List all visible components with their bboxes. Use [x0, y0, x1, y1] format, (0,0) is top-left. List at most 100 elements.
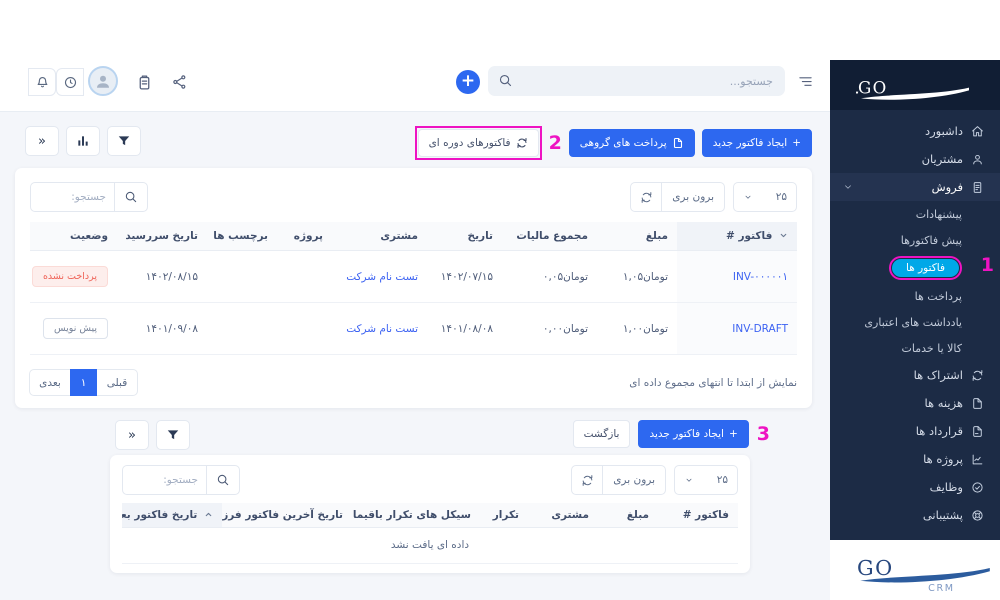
recurring-export-group: برون بری [571, 465, 666, 495]
line-chart-icon [971, 453, 984, 466]
sidebar-item-tasks[interactable]: وظایف [830, 473, 1000, 501]
check-circle-icon [971, 481, 984, 494]
col-total-tax[interactable]: مجموع مالیات [502, 222, 597, 251]
sidebar-brand-logo: A RGO [830, 60, 1000, 110]
recurring-search [122, 465, 240, 495]
annotation-box-invoices: فاکتور ها [889, 256, 962, 280]
sidebar-item-sales[interactable]: فروش [830, 173, 1000, 201]
invoices-search-icon[interactable] [114, 182, 148, 212]
filter-funnel-icon[interactable] [156, 420, 190, 450]
pagination-next[interactable]: بعدی [29, 369, 71, 396]
col-amount[interactable]: مبلغ [597, 222, 677, 251]
col-date[interactable]: تاریخ [427, 222, 502, 251]
share-icon[interactable] [172, 74, 188, 90]
topbar-button-group [28, 68, 83, 96]
sidebar-item-dashboard[interactable]: داشبورد [830, 117, 1000, 145]
recurring-toolbar-right: ۲۵ برون بری [571, 465, 738, 495]
col-invoice-number[interactable]: فاکتور # [658, 503, 738, 528]
pagination: قبلی ۱ بعدی [30, 369, 138, 396]
col-next-invoice-date[interactable]: تاریخ فاکتور بعدی [122, 503, 222, 528]
col-status[interactable]: وضعیت [30, 222, 117, 251]
search-icon [498, 73, 513, 88]
invoices-card: ۲۵ برون بری [15, 168, 812, 408]
pagination-prev[interactable]: قبلی [96, 369, 138, 396]
sidebar-item-contracts[interactable]: قرارداد ها [830, 417, 1000, 445]
sidebar-item-projects[interactable]: پروژه ها [830, 445, 1000, 473]
annotation-step-2: 2 [549, 132, 562, 154]
create-invoice-button-recurring[interactable]: + ایجاد فاکتور جدید [638, 420, 748, 448]
invoices-search-input[interactable] [30, 182, 114, 212]
topbar: + [0, 0, 830, 112]
col-last-child-invoice-date[interactable]: تاریخ آخرین فاکتور فرزند [222, 503, 352, 528]
sidebar-item-support[interactable]: پشتیبانی [830, 501, 1000, 529]
annotation-box-recurring: فاکتورهای دوره ای [415, 126, 542, 160]
invoices-page-size-select[interactable]: ۲۵ [733, 182, 797, 212]
status-badge: پیش نویس [43, 318, 108, 339]
bulk-payments-button[interactable]: پرداخت های گروهی [569, 129, 695, 157]
invoice-number-link[interactable]: INV-DRAFT [732, 323, 788, 335]
recurring-actions: 3 + ایجاد فاکتور جدید بازگشت [573, 420, 770, 448]
col-amount[interactable]: مبلغ [598, 503, 658, 528]
notifications-bell-icon[interactable] [28, 68, 56, 96]
recurring-page-size-select[interactable]: ۲۵ [674, 465, 738, 495]
collapse-double-chevron-icon[interactable]: « [115, 420, 149, 450]
sidebar-nav: داشبورد مشتریان فروش پیشنهادات پیش فاکتو… [830, 110, 1000, 529]
recurring-export-button[interactable]: برون بری [602, 465, 666, 495]
invoices-table-footer: نمایش از ابتدا تا انتهای مجموع داده ای ق… [30, 369, 797, 396]
sort-desc-chevron-icon [779, 231, 788, 240]
sidebar-item-expenses[interactable]: هزینه ها [830, 389, 1000, 417]
invoices-header-row: فاکتور # مبلغ مجموع مالیات تاریخ مشتری پ… [30, 222, 797, 251]
create-invoice-button[interactable]: + ایجاد فاکتور جدید [702, 129, 812, 157]
sidebar-item-credit-notes[interactable]: یادداشت های اعتباری [830, 309, 1000, 335]
customer-link[interactable]: تست نام شرکت [346, 323, 418, 335]
col-repeat[interactable]: تکرار [480, 503, 528, 528]
col-customer[interactable]: مشتری [332, 222, 427, 251]
sidebar: A RGO داشبورد مشتریان فروش پیشنهادات پیش… [830, 60, 1000, 540]
sidebar-item-invoices-active[interactable]: فاکتور ها [892, 259, 959, 277]
footer-brand-logo: A RGO CRM [857, 540, 993, 600]
home-icon [971, 125, 984, 138]
sidebar-toggle-menu-icon[interactable] [797, 74, 814, 89]
invoice-number-link[interactable]: INV-۰۰۰۰۰۱ [733, 271, 788, 283]
recurring-invoices-button[interactable]: فاکتورهای دوره ای [418, 129, 539, 157]
sync-arrows-icon [971, 369, 984, 382]
file-icon [971, 397, 984, 410]
pagination-page-1[interactable]: ۱ [70, 369, 97, 396]
sidebar-item-proposals[interactable]: پیشنهادات [830, 201, 1000, 227]
sidebar-item-items[interactable]: کالا یا خدمات [830, 335, 1000, 361]
sidebar-item-estimates[interactable]: پیش فاکتورها [830, 227, 1000, 253]
col-tags[interactable]: برچسب ها [207, 222, 277, 251]
customer-link[interactable]: تست نام شرکت [346, 271, 418, 283]
timers-clock-icon[interactable] [56, 68, 84, 96]
col-invoice-number[interactable]: فاکتور # [677, 222, 797, 251]
quick-create-plus-icon[interactable]: + [456, 70, 480, 94]
invoices-refresh-icon[interactable] [630, 182, 662, 212]
global-search-input[interactable] [488, 66, 785, 96]
col-due-date[interactable]: تاریخ سررسید [117, 222, 207, 251]
table-row: INV-DRAFT ۱,۰۰تومان ۰,۰۰تومان ۱۴۰۱/۰۸/۰۸… [30, 303, 797, 355]
user-avatar[interactable] [88, 66, 118, 96]
user-icon [971, 153, 984, 166]
sidebar-item-subscriptions[interactable]: اشتراک ها [830, 361, 1000, 389]
sidebar-item-customers[interactable]: مشتریان [830, 145, 1000, 173]
col-remaining-cycles[interactable]: سیکل های تکرار باقیمانده [352, 503, 480, 528]
sidebar-item-payments[interactable]: پرداخت ها [830, 283, 1000, 309]
recurring-table: فاکتور # مبلغ مشتری تکرار سیکل های تکرار… [122, 503, 738, 528]
invoices-export-button[interactable]: برون بری [661, 182, 725, 212]
back-button[interactable]: بازگشت [573, 420, 631, 448]
col-customer[interactable]: مشتری [528, 503, 598, 528]
col-project[interactable]: پروژه [277, 222, 332, 251]
recurring-refresh-icon[interactable] [571, 465, 603, 495]
recurring-search-input[interactable] [122, 465, 206, 495]
collapse-double-chevron-icon[interactable]: « [25, 126, 59, 156]
brand-letters-rgo: RGO [857, 556, 894, 580]
recurring-search-icon[interactable] [206, 465, 240, 495]
annotation-step-1: 1 [981, 254, 994, 276]
todo-clipboard-icon[interactable] [136, 74, 153, 91]
life-ring-icon [971, 509, 984, 522]
table-row: INV-۰۰۰۰۰۱ ۱,۰۵تومان ۰,۰۵تومان ۱۴۰۲/۰۷/۱… [30, 251, 797, 303]
brand-crm-label: CRM [928, 583, 954, 594]
summary-chart-icon[interactable] [66, 126, 100, 156]
invoice-document-icon [971, 181, 984, 194]
filter-funnel-icon[interactable] [107, 126, 141, 156]
